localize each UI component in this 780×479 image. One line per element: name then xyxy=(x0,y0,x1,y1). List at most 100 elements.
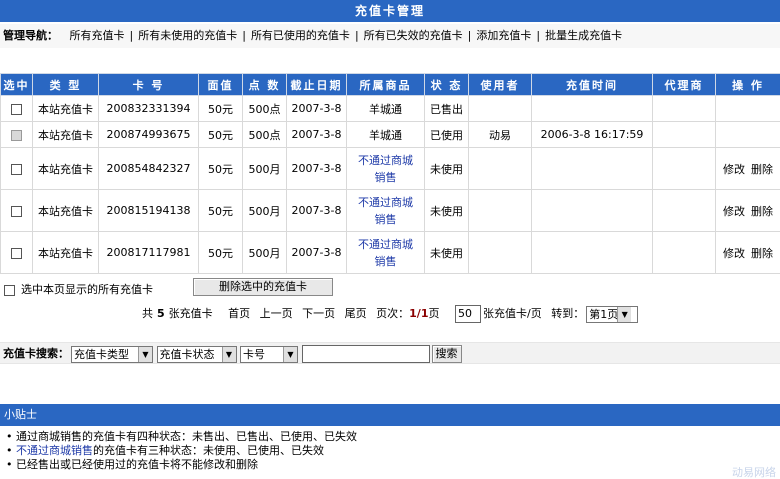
nav-add-card[interactable]: 添加充值卡 xyxy=(476,29,531,42)
delete-selected-button[interactable]: 删除选中的充值卡 xyxy=(193,278,333,296)
card-product: 羊城通 xyxy=(346,95,425,122)
product-link[interactable]: 不通过商城销售 xyxy=(358,152,414,186)
delete-button[interactable]: 删除 xyxy=(751,205,773,218)
tip-link[interactable]: 不通过商城销售 xyxy=(16,444,93,457)
search-bar: 充值卡搜索： 充值卡类型 ▼ 充值卡状态 ▼ 卡号 ▼ 搜索 xyxy=(0,342,780,364)
card-ops xyxy=(715,95,780,122)
search-field-select[interactable]: 卡号 ▼ xyxy=(240,345,298,363)
goto-label: 转到： xyxy=(551,307,585,320)
total-count: 共 5 张充值卡 xyxy=(142,307,213,320)
card-type: 本站充值卡 xyxy=(32,95,99,122)
card-value: 50元 xyxy=(198,231,243,274)
product-link[interactable]: 不通过商城销售 xyxy=(358,236,414,270)
card-agent xyxy=(652,95,716,122)
row-checkbox[interactable] xyxy=(11,103,22,115)
card-product: 不通过商城销售 xyxy=(346,231,425,274)
card-number: 200832331394 xyxy=(98,95,199,122)
table-row: 本站充值卡 200817117981 50元 500月 2007-3-8 不通过… xyxy=(0,231,780,274)
card-table: 选中 类 型 卡 号 面值 点 数 截止日期 所属商品 状 态 使用者 充值时间… xyxy=(0,73,780,274)
nav-used-cards[interactable]: 所有已使用的充值卡 xyxy=(251,29,350,42)
card-status-select[interactable]: 充值卡状态 ▼ xyxy=(156,345,237,363)
row-checkbox[interactable] xyxy=(11,163,22,175)
pagination: 共 5 张充值卡 首页 上一页 下一页 尾页 页次：1/1页 50 张充值卡/页 转到… xyxy=(142,305,644,323)
select-all-label: 选中本页显示的所有充值卡 xyxy=(21,283,153,296)
card-user xyxy=(468,189,532,232)
nav-all-cards[interactable]: 所有充值卡 xyxy=(70,29,125,42)
card-expiry: 2007-3-8 xyxy=(286,121,347,148)
card-expiry: 2007-3-8 xyxy=(286,231,347,274)
card-time: 2006-3-8 16:17:59 xyxy=(531,121,653,148)
card-value: 50元 xyxy=(198,147,243,190)
row-checkbox[interactable] xyxy=(11,247,22,259)
header-type: 类 型 xyxy=(32,73,99,96)
card-number: 200854842327 xyxy=(98,147,199,190)
card-points: 500点 xyxy=(242,95,287,122)
edit-button[interactable]: 修改 xyxy=(723,247,745,260)
per-page-label: 张充值卡/页 xyxy=(482,307,542,320)
next-page-link[interactable]: 下一页 xyxy=(302,307,335,320)
prev-page-link[interactable]: 上一页 xyxy=(260,307,293,320)
tip-item: 通过商城销售的充值卡有四种状态：未售出、已售出、已使用、已失效 xyxy=(6,430,357,444)
table-row: 本站充值卡 200854842327 50元 500月 2007-3-8 不通过… xyxy=(0,147,780,190)
status-badge: 未使用 xyxy=(424,189,469,232)
card-points: 500月 xyxy=(242,147,287,190)
card-ops: 修改 删除 xyxy=(715,231,780,274)
header-select: 选中 xyxy=(0,73,33,96)
product-link[interactable]: 不通过商城销售 xyxy=(358,194,414,228)
card-user xyxy=(468,147,532,190)
search-button[interactable]: 搜索 xyxy=(431,345,462,363)
delete-button[interactable]: 删除 xyxy=(751,163,773,176)
card-user xyxy=(468,231,532,274)
card-number: 200874993675 xyxy=(98,121,199,148)
chevron-down-icon: ▼ xyxy=(617,306,632,322)
card-user: 动易 xyxy=(468,121,532,148)
header-expiry: 截止日期 xyxy=(286,73,347,96)
chevron-down-icon: ▼ xyxy=(138,346,152,362)
page-title: 充值卡管理 xyxy=(0,0,780,22)
card-agent xyxy=(652,231,716,274)
header-card-number: 卡 号 xyxy=(98,73,199,96)
last-page-link[interactable]: 尾页 xyxy=(345,307,367,320)
row-checkbox xyxy=(11,129,22,141)
card-ops xyxy=(715,121,780,148)
header-value: 面值 xyxy=(198,73,243,96)
card-points: 500点 xyxy=(242,121,287,148)
search-input[interactable] xyxy=(301,345,430,363)
card-agent xyxy=(652,189,716,232)
header-points: 点 数 xyxy=(242,73,287,96)
card-type: 本站充值卡 xyxy=(32,231,99,274)
card-number: 200815194138 xyxy=(98,189,199,232)
per-page-input[interactable]: 50 xyxy=(454,305,481,323)
card-time xyxy=(531,95,653,122)
chevron-down-icon: ▼ xyxy=(283,346,297,362)
header-user: 使用者 xyxy=(468,73,532,96)
tips-title: 小贴士 xyxy=(0,404,780,426)
goto-page-select[interactable]: 第1页 ▼ xyxy=(586,305,639,323)
card-product: 不通过商城销售 xyxy=(346,147,425,190)
search-label: 充值卡搜索： xyxy=(3,347,69,360)
nav-expired-cards[interactable]: 所有已失效的充值卡 xyxy=(364,29,463,42)
tip-item: 已经售出或已经使用过的充值卡将不能修改和删除 xyxy=(6,458,357,472)
nav-batch-generate[interactable]: 批量生成充值卡 xyxy=(545,29,622,42)
card-agent xyxy=(652,147,716,190)
card-type-select[interactable]: 充值卡类型 ▼ xyxy=(71,345,153,363)
table-row: 本站充值卡 200815194138 50元 500月 2007-3-8 不通过… xyxy=(0,189,780,232)
row-checkbox[interactable] xyxy=(11,205,22,217)
table-row: 本站充值卡 200832331394 50元 500点 2007-3-8 羊城通… xyxy=(0,95,780,122)
card-value: 50元 xyxy=(198,121,243,148)
card-points: 500月 xyxy=(242,189,287,232)
delete-button[interactable]: 删除 xyxy=(751,247,773,260)
edit-button[interactable]: 修改 xyxy=(723,205,745,218)
first-page-link[interactable]: 首页 xyxy=(228,307,250,320)
card-expiry: 2007-3-8 xyxy=(286,189,347,232)
brand-watermark: 动易网络 xyxy=(732,466,776,479)
select-all-checkbox[interactable] xyxy=(4,284,15,296)
card-value: 50元 xyxy=(198,189,243,232)
edit-button[interactable]: 修改 xyxy=(723,163,745,176)
nav-label: 管理导航： xyxy=(3,29,58,42)
card-ops: 修改 删除 xyxy=(715,189,780,232)
nav-unused-cards[interactable]: 所有未使用的充值卡 xyxy=(138,29,237,42)
status-badge: 已售出 xyxy=(424,95,469,122)
card-agent xyxy=(652,121,716,148)
card-product: 不通过商城销售 xyxy=(346,189,425,232)
